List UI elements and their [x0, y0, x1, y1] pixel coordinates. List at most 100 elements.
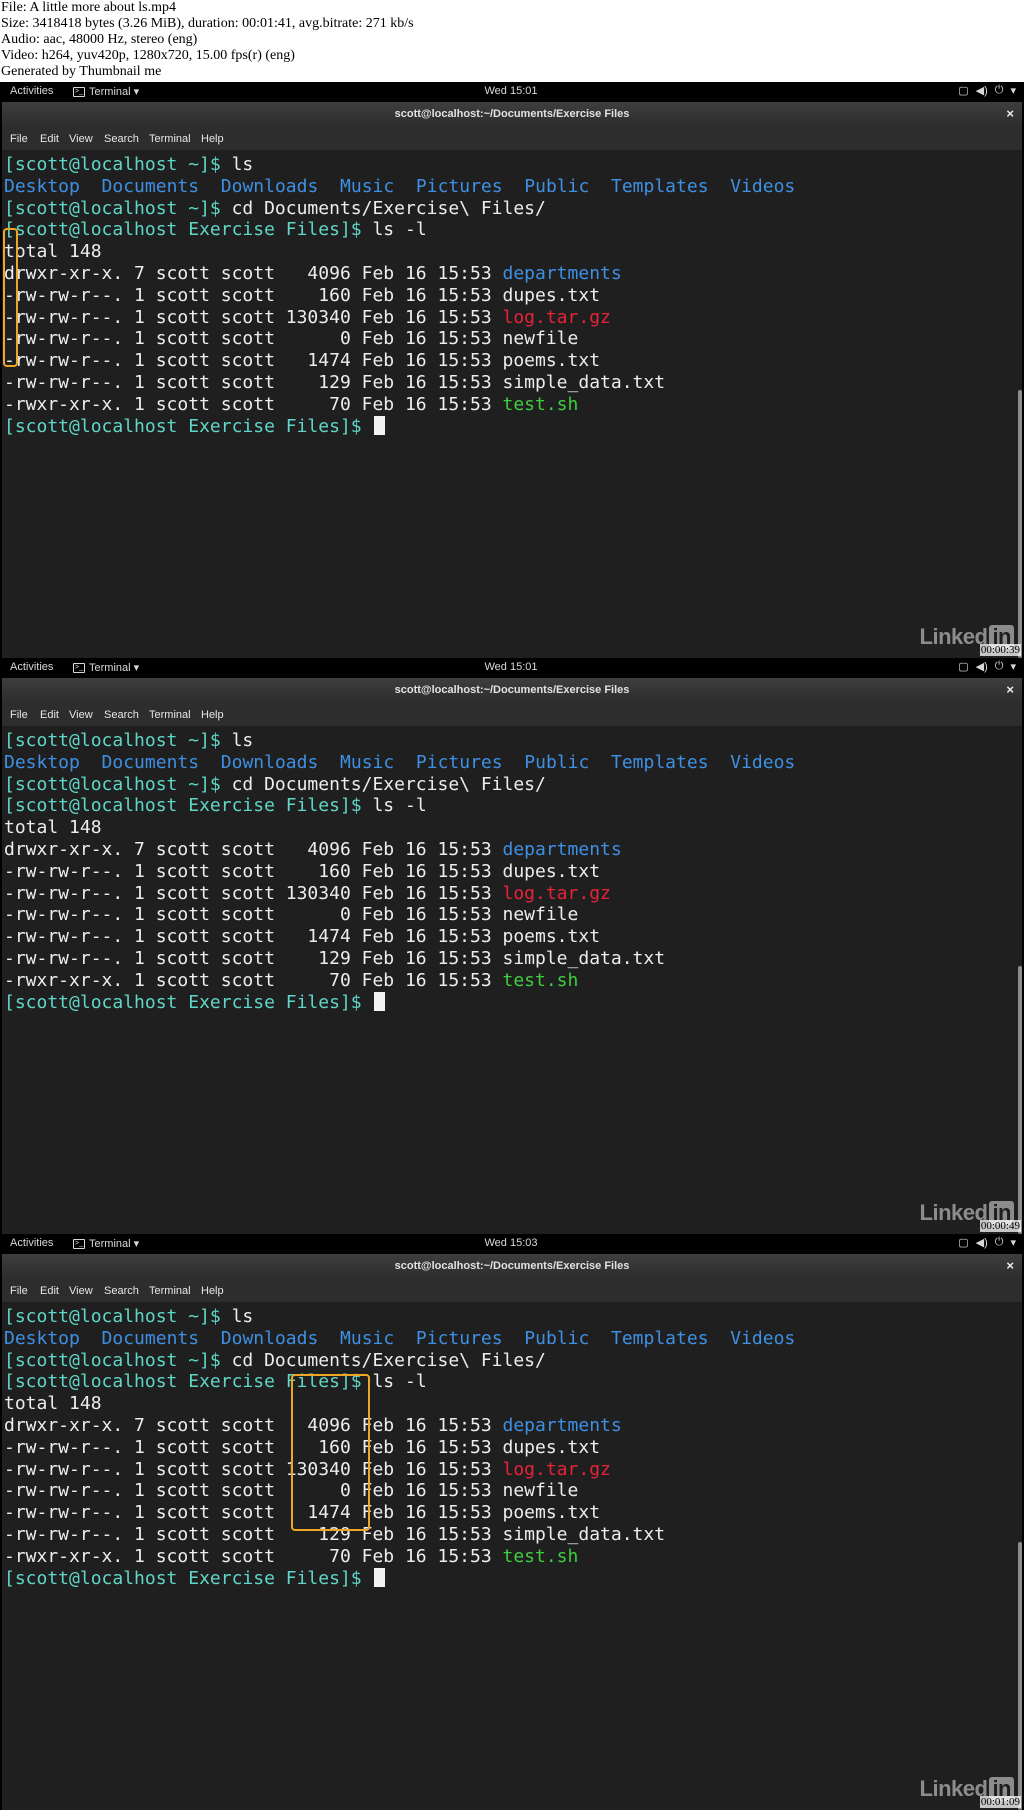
- terminal-line: -rw-rw-r--. 1 scott scott 0 Feb 16 15:53…: [4, 904, 578, 926]
- app-menu-button[interactable]: >_ Terminal ▾: [73, 1237, 139, 1250]
- terminal-line: [scott@localhost ~]$ cd Documents/Exerci…: [4, 198, 546, 220]
- scrollbar[interactable]: [1018, 150, 1022, 658]
- terminal-output[interactable]: [scott@localhost ~]$ ls Desktop Documents…: [2, 1302, 1018, 1810]
- menu-file[interactable]: File: [10, 709, 28, 721]
- terminal-line: [scott@localhost ~]$ ls: [4, 730, 253, 752]
- menu-search[interactable]: Search: [104, 133, 139, 145]
- terminal-text-segment: Templates: [611, 175, 709, 197]
- terminal-output[interactable]: [scott@localhost ~]$ ls Desktop Documents…: [2, 150, 1018, 658]
- terminal-line: -rw-rw-r--. 1 scott scott 160 Feb 16 15:…: [4, 285, 600, 307]
- menu-help[interactable]: Help: [201, 133, 224, 145]
- scrollbar-thumb[interactable]: [1018, 1542, 1022, 1810]
- clock[interactable]: Wed 15:03: [481, 1237, 541, 1249]
- terminal-text-segment: [scott@localhost ~]$: [4, 197, 232, 219]
- system-menu[interactable]: ▢ ◀) ⏻ ▾: [958, 660, 1016, 673]
- clock[interactable]: Wed 15:01: [481, 85, 541, 97]
- system-menu[interactable]: ▢ ◀) ⏻ ▾: [958, 84, 1016, 97]
- terminal-icon: >_: [73, 1238, 85, 1249]
- menu-help[interactable]: Help: [201, 1285, 224, 1297]
- scrollbar[interactable]: [1018, 726, 1022, 1234]
- menu-search[interactable]: Search: [104, 1285, 139, 1297]
- window-titlebar[interactable]: scott@localhost:~/Documents/Exercise Fil…: [2, 1254, 1022, 1280]
- menubar: File Edit View Search Terminal Help: [2, 704, 1022, 727]
- activities-button[interactable]: Activities: [10, 1237, 53, 1249]
- activities-button[interactable]: Activities: [10, 85, 53, 97]
- terminal-window: scott@localhost:~/Documents/Exercise Fil…: [2, 102, 1022, 658]
- terminal-line: [scott@localhost Exercise Files]$: [4, 991, 386, 1014]
- menu-edit[interactable]: Edit: [40, 133, 59, 145]
- terminal-text-segment: ls: [231, 730, 254, 751]
- menu-view[interactable]: View: [69, 709, 93, 721]
- terminal-text-segment: Public: [524, 175, 590, 197]
- terminal-line: drwxr-xr-x. 7 scott scott 4096 Feb 16 15…: [4, 839, 622, 861]
- video-info-header: File: A little more about ls.mp4 Size: 3…: [0, 0, 1024, 82]
- menu-arrow-icon: ▾: [1010, 661, 1016, 673]
- video-frame-2: Activities >_ Terminal ▾ Wed 15:01 ▢ ◀) ⏻…: [0, 658, 1024, 1234]
- logo-text: Linked: [919, 624, 988, 649]
- menu-edit[interactable]: Edit: [40, 709, 59, 721]
- window-icon: ▢: [958, 85, 969, 97]
- terminal-line: Desktop Documents Downloads Music Pictur…: [4, 752, 795, 774]
- terminal-text-segment: Documents: [101, 751, 200, 773]
- menu-terminal[interactable]: Terminal: [149, 1285, 191, 1297]
- terminal-text-segment: test.sh: [502, 393, 579, 415]
- window-titlebar[interactable]: scott@localhost:~/Documents/Exercise Fil…: [2, 678, 1022, 704]
- terminal-text-segment: drwxr-xr-x. 7 scott scott 4096 Feb 16 15…: [4, 1415, 503, 1436]
- menubar: File Edit View Search Terminal Help: [2, 1280, 1022, 1303]
- terminal-text-segment: drwxr-xr-x. 7 scott scott 4096 Feb 16 15…: [4, 839, 503, 860]
- terminal-text-segment: Pictures: [415, 751, 503, 773]
- menu-file[interactable]: File: [10, 1285, 28, 1297]
- terminal-line: -rwxr-xr-x. 1 scott scott 70 Feb 16 15:5…: [4, 1546, 578, 1568]
- scrollbar-thumb[interactable]: [1018, 390, 1022, 658]
- terminal-text-segment: Desktop: [4, 751, 80, 773]
- activities-button[interactable]: Activities: [10, 661, 53, 673]
- power-icon: ⏻: [994, 1236, 1004, 1248]
- scrollbar[interactable]: [1018, 1302, 1022, 1810]
- app-menu-button[interactable]: >_ Terminal ▾: [73, 85, 139, 98]
- terminal-icon: >_: [73, 662, 85, 673]
- terminal-output[interactable]: [scott@localhost ~]$ ls Desktop Documents…: [2, 726, 1018, 1234]
- menu-view[interactable]: View: [69, 1285, 93, 1297]
- terminal-line: Desktop Documents Downloads Music Pictur…: [4, 176, 795, 198]
- terminal-icon: >_: [73, 86, 85, 97]
- volume-icon: ◀): [975, 661, 988, 673]
- terminal-text-segment: [scott@localhost ~]$: [4, 154, 232, 175]
- terminal-line: -rw-rw-r--. 1 scott scott 130340 Feb 16 …: [4, 307, 611, 329]
- terminal-line: -rw-rw-r--. 1 scott scott 129 Feb 16 15:…: [4, 948, 665, 970]
- window-titlebar[interactable]: scott@localhost:~/Documents/Exercise Fil…: [2, 102, 1022, 128]
- menu-file[interactable]: File: [10, 133, 28, 145]
- terminal-text-segment: -rw-rw-r--. 1 scott scott 0 Feb 16 15:53…: [4, 328, 579, 350]
- terminal-text-segment: Desktop: [4, 175, 80, 197]
- close-icon[interactable]: ×: [1006, 682, 1014, 697]
- menu-search[interactable]: Search: [104, 709, 139, 721]
- menu-view[interactable]: View: [69, 133, 93, 145]
- menu-edit[interactable]: Edit: [40, 1285, 59, 1297]
- terminal-text-segment: cd Documents/Exercise\ Files/: [231, 197, 546, 219]
- close-icon[interactable]: ×: [1006, 1258, 1014, 1273]
- menu-terminal[interactable]: Terminal: [149, 133, 191, 145]
- terminal-window: scott@localhost:~/Documents/Exercise Fil…: [2, 1254, 1022, 1810]
- terminal-line: total 148: [4, 817, 102, 839]
- terminal-text-segment: ls -l: [372, 1371, 427, 1393]
- terminal-text-segment: Templates: [611, 751, 709, 773]
- menu-help[interactable]: Help: [201, 709, 224, 721]
- menubar: File Edit View Search Terminal Help: [2, 128, 1022, 151]
- scrollbar-thumb[interactable]: [1018, 966, 1022, 1234]
- power-icon: ⏻: [994, 660, 1004, 672]
- terminal-text-segment: Music: [340, 751, 395, 773]
- close-icon[interactable]: ×: [1006, 106, 1014, 121]
- video-timestamp: 00:00:39: [979, 644, 1021, 656]
- menu-terminal[interactable]: Terminal: [149, 709, 191, 721]
- terminal-text-segment: departments: [502, 263, 622, 284]
- terminal-text-segment: Videos: [730, 1327, 796, 1349]
- app-menu-button[interactable]: >_ Terminal ▾: [73, 661, 139, 674]
- clock[interactable]: Wed 15:01: [481, 661, 541, 673]
- system-menu[interactable]: ▢ ◀) ⏻ ▾: [958, 1236, 1016, 1249]
- terminal-text-segment: Documents: [101, 1327, 200, 1349]
- terminal-text-segment: Music: [340, 175, 395, 197]
